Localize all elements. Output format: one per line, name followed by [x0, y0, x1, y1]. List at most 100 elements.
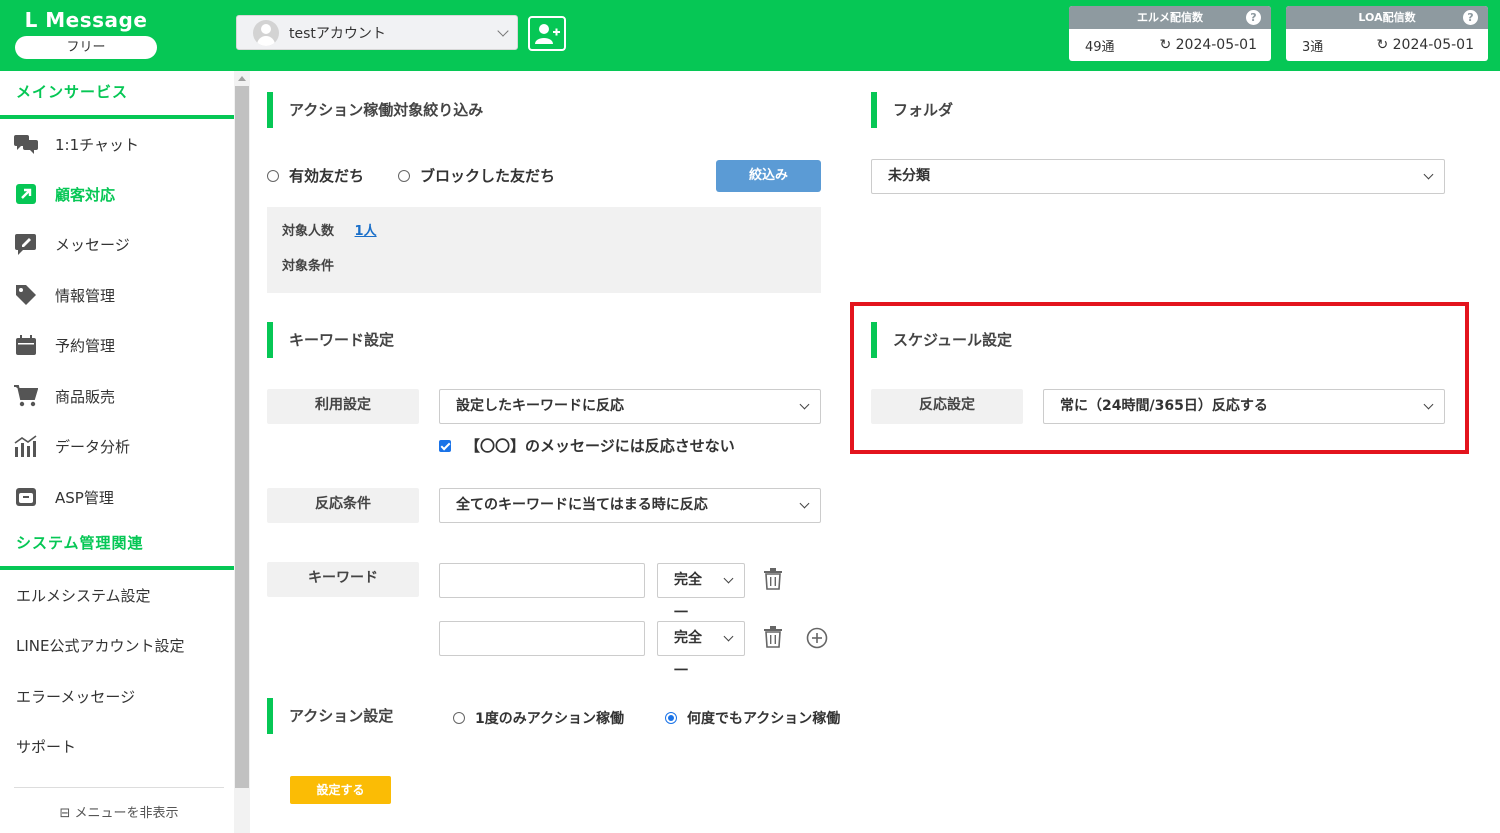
sidebar-item-label: 情報管理 [55, 286, 116, 305]
sidebar-item-asp[interactable]: ASP管理 [0, 472, 234, 522]
logo[interactable]: L Message フリー [15, 8, 157, 59]
sidebar-section-main[interactable]: メインサービス [0, 71, 234, 119]
top-bar: L Message フリー testアカウント エルメ配信数 ? 49通 ↻ 2… [0, 0, 1500, 71]
sidebar-item-label: サポート [16, 737, 77, 756]
condition-select-value: 全てのキーワードに当てはまる時に反応 [456, 497, 708, 513]
chevron-down-icon [723, 631, 734, 642]
elme-send-counter: エルメ配信数 ? 49通 ↻ 2024-05-01 [1069, 6, 1271, 61]
chevron-down-icon [1423, 169, 1434, 180]
sidebar-item-sales[interactable]: 商品販売 [0, 371, 234, 421]
sidebar-item-elme-settings[interactable]: エルメシステム設定 [0, 570, 234, 620]
radio-blocked-friends[interactable]: ブロックした友だち [398, 165, 555, 186]
match-type-select[interactable]: 完全一 [657, 563, 745, 621]
help-icon[interactable]: ? [1463, 10, 1478, 25]
sidebar-item-label: エルメシステム設定 [16, 586, 151, 605]
sidebar-item-support[interactable]: サポート [0, 721, 234, 771]
sidebar-section-system[interactable]: システム管理関連 [0, 522, 234, 570]
match-type-value: 完全一 [674, 630, 702, 679]
checkbox-checked[interactable] [439, 439, 451, 452]
trash-icon[interactable] [764, 626, 782, 648]
counter-title: エルメ配信数 [1137, 11, 1203, 24]
counter-date: 2024-05-01 [1175, 37, 1257, 53]
collapse-icon: ⊟ [59, 806, 71, 821]
chevron-down-icon [799, 399, 810, 410]
filter-button[interactable]: 絞込み [716, 160, 821, 192]
usage-select[interactable]: 設定したキーワードに反応 [439, 389, 821, 424]
loa-send-counter: LOA配信数 ? 3通 ↻ 2024-05-01 [1286, 6, 1488, 61]
sidebar-item-label: ASP管理 [55, 488, 114, 507]
target-condition-label: 対象条件 [282, 259, 335, 274]
sidebar-item-customer[interactable]: 顧客対応 [0, 169, 234, 219]
sidebar-item-label: 1:1チャット [55, 135, 139, 154]
help-icon[interactable]: ? [1246, 10, 1261, 25]
condition-label: 反応条件 [267, 488, 419, 523]
condition-select[interactable]: 全てのキーワードに当てはまる時に反応 [439, 488, 821, 523]
sidebar-item-line-settings[interactable]: LINE公式アカウント設定 [0, 620, 234, 670]
logo-text: L Message [24, 8, 148, 32]
counter-count: 49通 [1085, 39, 1115, 55]
sidebar-scrollbar-thumb[interactable] [235, 86, 249, 788]
sidebar-item-message[interactable]: メッセージ [0, 219, 234, 269]
radio-action-once[interactable]: 1度のみアクション稼働 [453, 708, 624, 728]
radio-dot-selected [665, 712, 677, 724]
sidebar-item-info[interactable]: 情報管理 [0, 270, 234, 320]
highlight-box [850, 302, 1469, 454]
add-user-icon [535, 24, 560, 44]
hide-menu-button[interactable]: ⊟ メニューを非表示 [14, 787, 224, 821]
radio-active-friends[interactable]: 有効友だち [267, 165, 364, 186]
counter-title: LOA配信数 [1358, 11, 1416, 24]
sidebar-item-reservation[interactable]: 予約管理 [0, 320, 234, 370]
keyword-label: キーワード [267, 562, 419, 597]
chevron-down-icon [799, 498, 810, 509]
folder-select[interactable]: 未分類 [871, 159, 1445, 194]
plan-badge: フリー [15, 36, 157, 59]
radio-label: 有効友だち [289, 167, 365, 185]
cart-icon [14, 384, 38, 408]
sidebar-item-label: 予約管理 [55, 336, 116, 355]
add-user-button[interactable] [528, 16, 566, 51]
ignore-message-checkbox[interactable]: 【〇〇】のメッセージには反応させない [439, 435, 735, 456]
target-summary: 対象人数 1人 対象条件 [267, 207, 821, 293]
refresh-icon[interactable]: ↻ [1159, 37, 1171, 53]
match-type-select[interactable]: 完全一 [657, 621, 745, 679]
sidebar-item-label: 商品販売 [55, 387, 116, 406]
refresh-icon[interactable]: ↻ [1376, 37, 1388, 53]
sidebar-item-label: メッセージ [55, 235, 130, 254]
submit-button[interactable]: 設定する [290, 776, 391, 804]
sidebar-item-chat[interactable]: 1:1チャット [0, 119, 234, 169]
counter-count: 3通 [1302, 39, 1324, 55]
keyword-section-title: キーワード設定 [267, 322, 394, 358]
counter-date: 2024-05-01 [1392, 37, 1474, 53]
sidebar-item-label: エラーメッセージ [16, 687, 136, 706]
sidebar-item-error-messages[interactable]: エラーメッセージ [0, 671, 234, 721]
target-count-link[interactable]: 1人 [355, 224, 377, 239]
account-name: testアカウント [289, 25, 386, 42]
folder-section-title: フォルダ [871, 92, 953, 128]
action-section-title: アクション設定 [267, 698, 393, 734]
sidebar-item-label: LINE公式アカウント設定 [16, 636, 185, 655]
usage-label: 利用設定 [267, 389, 419, 424]
external-link-icon [14, 182, 38, 206]
radio-label: 何度でもアクション稼働 [687, 711, 841, 727]
sidebar-item-analytics[interactable]: データ分析 [0, 421, 234, 471]
radio-label: ブロックした友だち [420, 167, 556, 185]
radio-dot [398, 169, 410, 182]
bar-chart-icon [14, 434, 38, 458]
folder-select-value: 未分類 [888, 168, 930, 184]
chat-icon [14, 132, 38, 156]
usage-select-value: 設定したキーワードに反応 [456, 398, 624, 414]
sidebar-item-label: データ分析 [55, 437, 131, 456]
keyword-input[interactable] [439, 563, 645, 598]
filter-section-title: アクション稼働対象絞り込み [267, 92, 483, 128]
account-selector[interactable]: testアカウント [236, 15, 518, 50]
chevron-down-icon [723, 573, 734, 584]
trash-icon[interactable] [764, 568, 782, 590]
radio-label: 1度のみアクション稼働 [475, 711, 625, 727]
sidebar: メインサービス 1:1チャット 顧客対応 メッセージ 情報管理 予約管理 商品販… [0, 71, 234, 833]
add-keyword-icon[interactable] [806, 627, 828, 649]
box-icon [14, 485, 38, 509]
sidebar-item-label: 顧客対応 [55, 185, 116, 204]
radio-action-anytime[interactable]: 何度でもアクション稼働 [665, 708, 840, 728]
scroll-up-icon[interactable] [238, 76, 246, 81]
keyword-input[interactable] [439, 621, 645, 656]
